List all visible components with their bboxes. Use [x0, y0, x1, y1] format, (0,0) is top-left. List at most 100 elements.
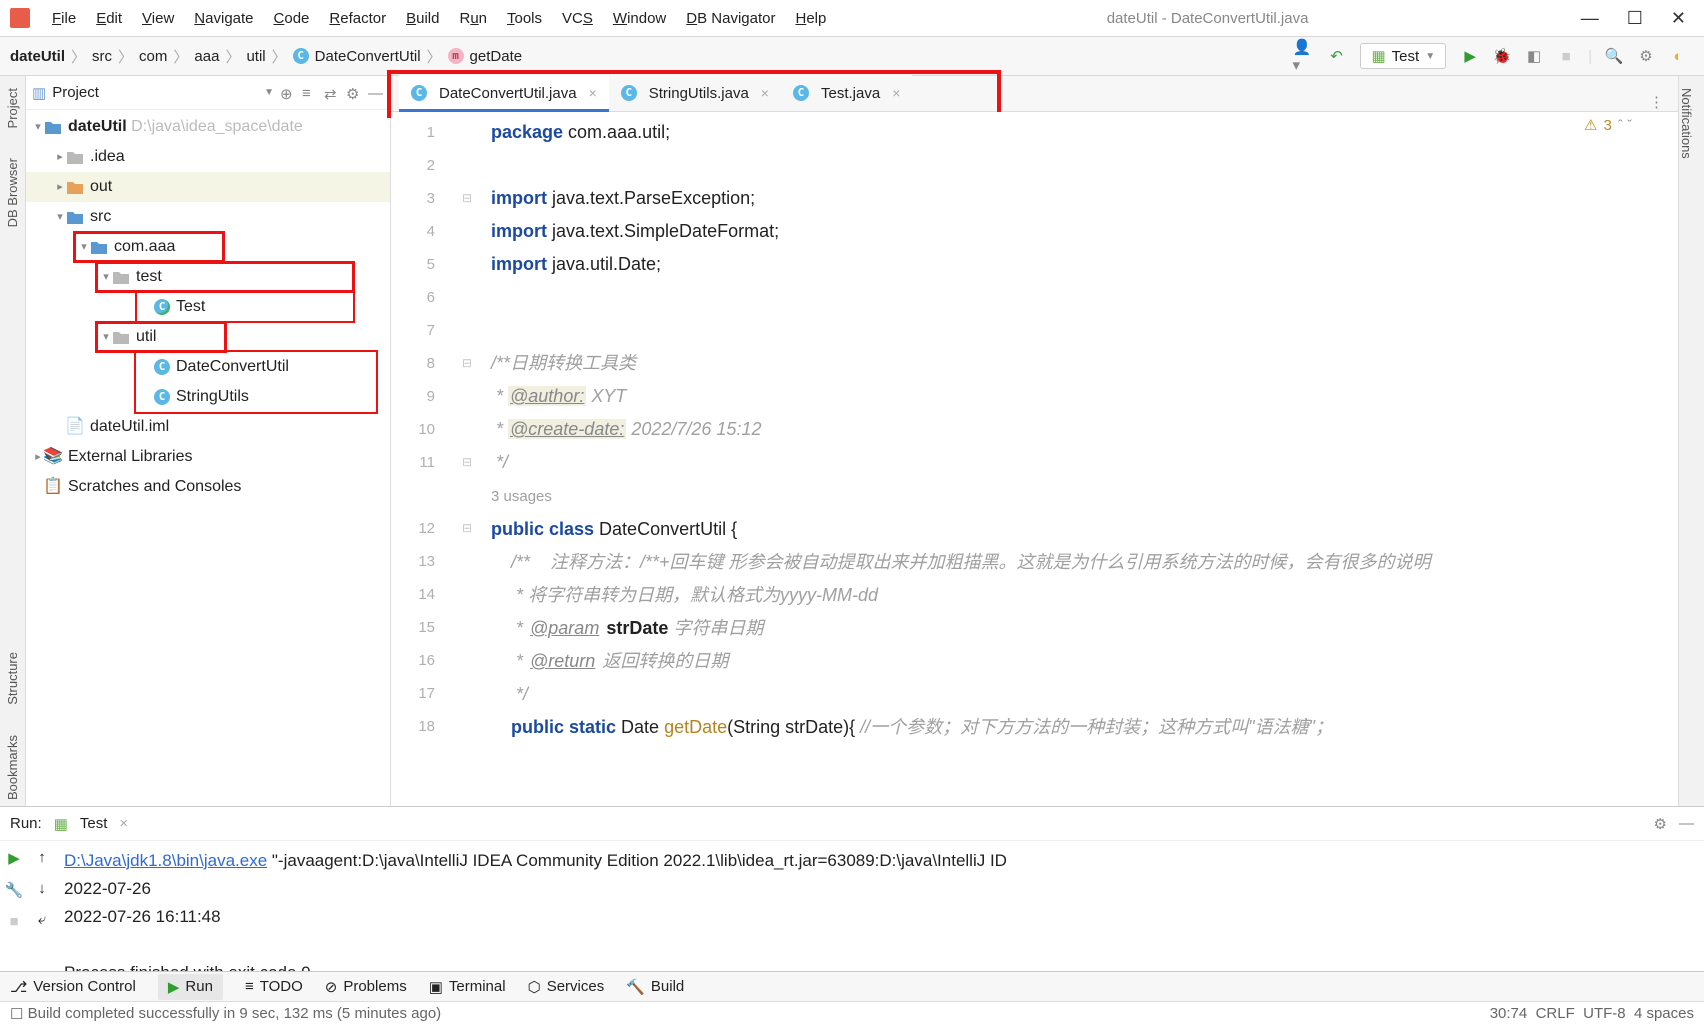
hide-icon[interactable]: —: [368, 85, 384, 101]
tree-scratches[interactable]: 📋Scratches and Consoles: [26, 472, 390, 502]
crumb-root[interactable]: dateUtil: [10, 48, 65, 65]
collapse-icon[interactable]: ⇄: [324, 85, 340, 101]
file-icon: 📄: [66, 418, 84, 436]
fold-column[interactable]: ⊟⊟⊟⊟: [457, 112, 477, 806]
status-pos[interactable]: 30:74: [1490, 1005, 1528, 1022]
ide-logo-icon[interactable]: ◐: [1666, 44, 1690, 68]
editor-area: CDateConvertUtil.java× CStringUtils.java…: [391, 76, 1678, 806]
bt-todo[interactable]: ≡TODO: [245, 978, 303, 995]
tree-out[interactable]: ▸out: [26, 172, 390, 202]
close-tab-icon[interactable]: ×: [589, 85, 597, 101]
run-settings-icon[interactable]: ⚙: [1654, 815, 1667, 833]
source-code[interactable]: package com.aaa.util; import java.text.P…: [477, 112, 1678, 806]
settings-icon[interactable]: ⚙: [1634, 44, 1658, 68]
tree-su[interactable]: CStringUtils: [136, 382, 376, 412]
tab-stringutils[interactable]: CStringUtils.java×: [609, 75, 781, 111]
crumb-aaa[interactable]: aaa: [194, 48, 219, 65]
run-output[interactable]: D:\Java\jdk1.8\bin\java.exe "-javaagent:…: [56, 841, 1704, 971]
side-tab-bookmarks[interactable]: Bookmarks: [5, 729, 20, 806]
down-icon[interactable]: ↓: [38, 880, 46, 897]
menu-help[interactable]: Help: [787, 6, 834, 31]
user-icon[interactable]: 👤▾: [1292, 44, 1316, 68]
menu-run[interactable]: Run: [451, 6, 495, 31]
close-tab-icon[interactable]: ×: [892, 85, 900, 101]
close-icon[interactable]: ✕: [1671, 8, 1686, 29]
status-indent[interactable]: 4 spaces: [1634, 1005, 1694, 1022]
line-gutter: 123456789101112131415161718: [391, 112, 457, 806]
side-tab-db[interactable]: DB Browser: [5, 152, 20, 233]
run-config-label: Test: [80, 815, 108, 832]
tree-util-pkg[interactable]: ▾util: [96, 322, 226, 352]
locate-icon[interactable]: ⊕: [280, 85, 296, 101]
menu-refactor[interactable]: Refactor: [321, 6, 394, 31]
menu-build[interactable]: Build: [398, 6, 447, 31]
menu-file[interactable]: File: [44, 6, 84, 31]
wrench-icon[interactable]: 🔧: [5, 881, 24, 899]
bt-services[interactable]: ⬡Services: [528, 978, 605, 996]
search-icon[interactable]: 🔍: [1602, 44, 1626, 68]
menu-window[interactable]: Window: [605, 6, 674, 31]
tab-dateconvertutil[interactable]: CDateConvertUtil.java×: [399, 75, 609, 111]
bt-terminal[interactable]: ▣Terminal: [429, 978, 506, 996]
bt-problems[interactable]: ⊘Problems: [325, 978, 407, 996]
rerun-icon[interactable]: ▶: [8, 849, 20, 867]
project-title[interactable]: Project: [52, 84, 258, 101]
menu-edit[interactable]: Edit: [88, 6, 130, 31]
debug-icon[interactable]: 🐞: [1490, 44, 1514, 68]
menu-vcs[interactable]: VCS: [554, 6, 601, 31]
minimize-icon[interactable]: —: [1581, 8, 1599, 29]
soft-wrap-icon[interactable]: ⤶: [38, 911, 46, 928]
menu-code[interactable]: Code: [266, 6, 318, 31]
crumb-com[interactable]: com: [139, 48, 167, 65]
window-title: dateUtil - DateConvertUtil.java: [834, 10, 1580, 27]
main-menu: File Edit View Navigate Code Refactor Bu…: [44, 6, 834, 31]
tree-test-class[interactable]: CTest: [136, 292, 354, 322]
stop-icon[interactable]: ■: [1554, 44, 1578, 68]
side-tab-notifications[interactable]: Notifications: [1679, 82, 1694, 165]
tab-more-icon[interactable]: ⋮: [1635, 93, 1678, 111]
status-eol[interactable]: CRLF: [1536, 1005, 1575, 1022]
crumb-util[interactable]: util: [246, 48, 265, 65]
close-tab-icon[interactable]: ×: [761, 85, 769, 101]
coverage-icon[interactable]: ◧: [1522, 44, 1546, 68]
left-tool-strip: Project DB Browser Structure Bookmarks: [0, 76, 26, 806]
breadcrumb[interactable]: dateUtil〉 src〉 com〉 aaa〉 util〉 C DateCon…: [10, 46, 522, 67]
tree-src[interactable]: ▾src: [26, 202, 390, 232]
tree-idea[interactable]: ▸.idea: [26, 142, 390, 172]
up-icon[interactable]: ↑: [38, 849, 46, 866]
tree-com-aaa[interactable]: ▾com.aaa: [74, 232, 224, 262]
code-editor[interactable]: 123456789101112131415161718 ⊟⊟⊟⊟ package…: [391, 112, 1678, 806]
project-tree[interactable]: ▾dateUtil D:\java\idea_space\date ▸.idea…: [26, 110, 390, 806]
back-icon[interactable]: ↶: [1324, 44, 1348, 68]
menu-tools[interactable]: Tools: [499, 6, 550, 31]
tree-dcu[interactable]: CDateConvertUtil: [136, 352, 376, 382]
tree-root[interactable]: ▾dateUtil D:\java\idea_space\date: [26, 112, 390, 142]
run-config-selector[interactable]: ▦ Test ▼: [1360, 43, 1446, 69]
status-enc[interactable]: UTF-8: [1583, 1005, 1626, 1022]
crumb-class[interactable]: DateConvertUtil: [315, 48, 421, 65]
app-logo-icon: [10, 8, 30, 28]
crumb-method[interactable]: getDate: [470, 48, 523, 65]
side-tab-structure[interactable]: Structure: [5, 646, 20, 711]
side-tab-project[interactable]: Project: [5, 82, 20, 134]
tree-ext-lib[interactable]: ▸📚External Libraries: [26, 442, 390, 472]
bt-run[interactable]: ▶Run: [158, 974, 223, 1000]
run-hide-icon[interactable]: —: [1679, 815, 1694, 832]
tree-iml[interactable]: 📄dateUtil.iml: [26, 412, 390, 442]
chevron-down-icon: ▼: [1425, 51, 1435, 62]
maximize-icon[interactable]: ☐: [1627, 8, 1643, 29]
menu-dbnav[interactable]: DB Navigator: [678, 6, 783, 31]
bt-build[interactable]: 🔨Build: [626, 978, 684, 996]
gear-icon[interactable]: ⚙: [346, 85, 362, 101]
crumb-src[interactable]: src: [92, 48, 112, 65]
menu-navigate[interactable]: Navigate: [186, 6, 261, 31]
run-icon[interactable]: ▶: [1458, 44, 1482, 68]
bt-version-control[interactable]: ⎇Version Control: [10, 978, 136, 996]
tree-test-pkg[interactable]: ▾test: [96, 262, 354, 292]
exe-link[interactable]: D:\Java\jdk1.8\bin\java.exe: [64, 851, 267, 870]
expand-icon[interactable]: ≡: [302, 85, 318, 101]
menu-view[interactable]: View: [134, 6, 182, 31]
inspection-warning[interactable]: ⚠ 3 ˆ ˇ: [1584, 116, 1632, 134]
stop-run-icon[interactable]: ■: [9, 913, 18, 930]
tab-test[interactable]: CTest.java×: [781, 75, 912, 111]
